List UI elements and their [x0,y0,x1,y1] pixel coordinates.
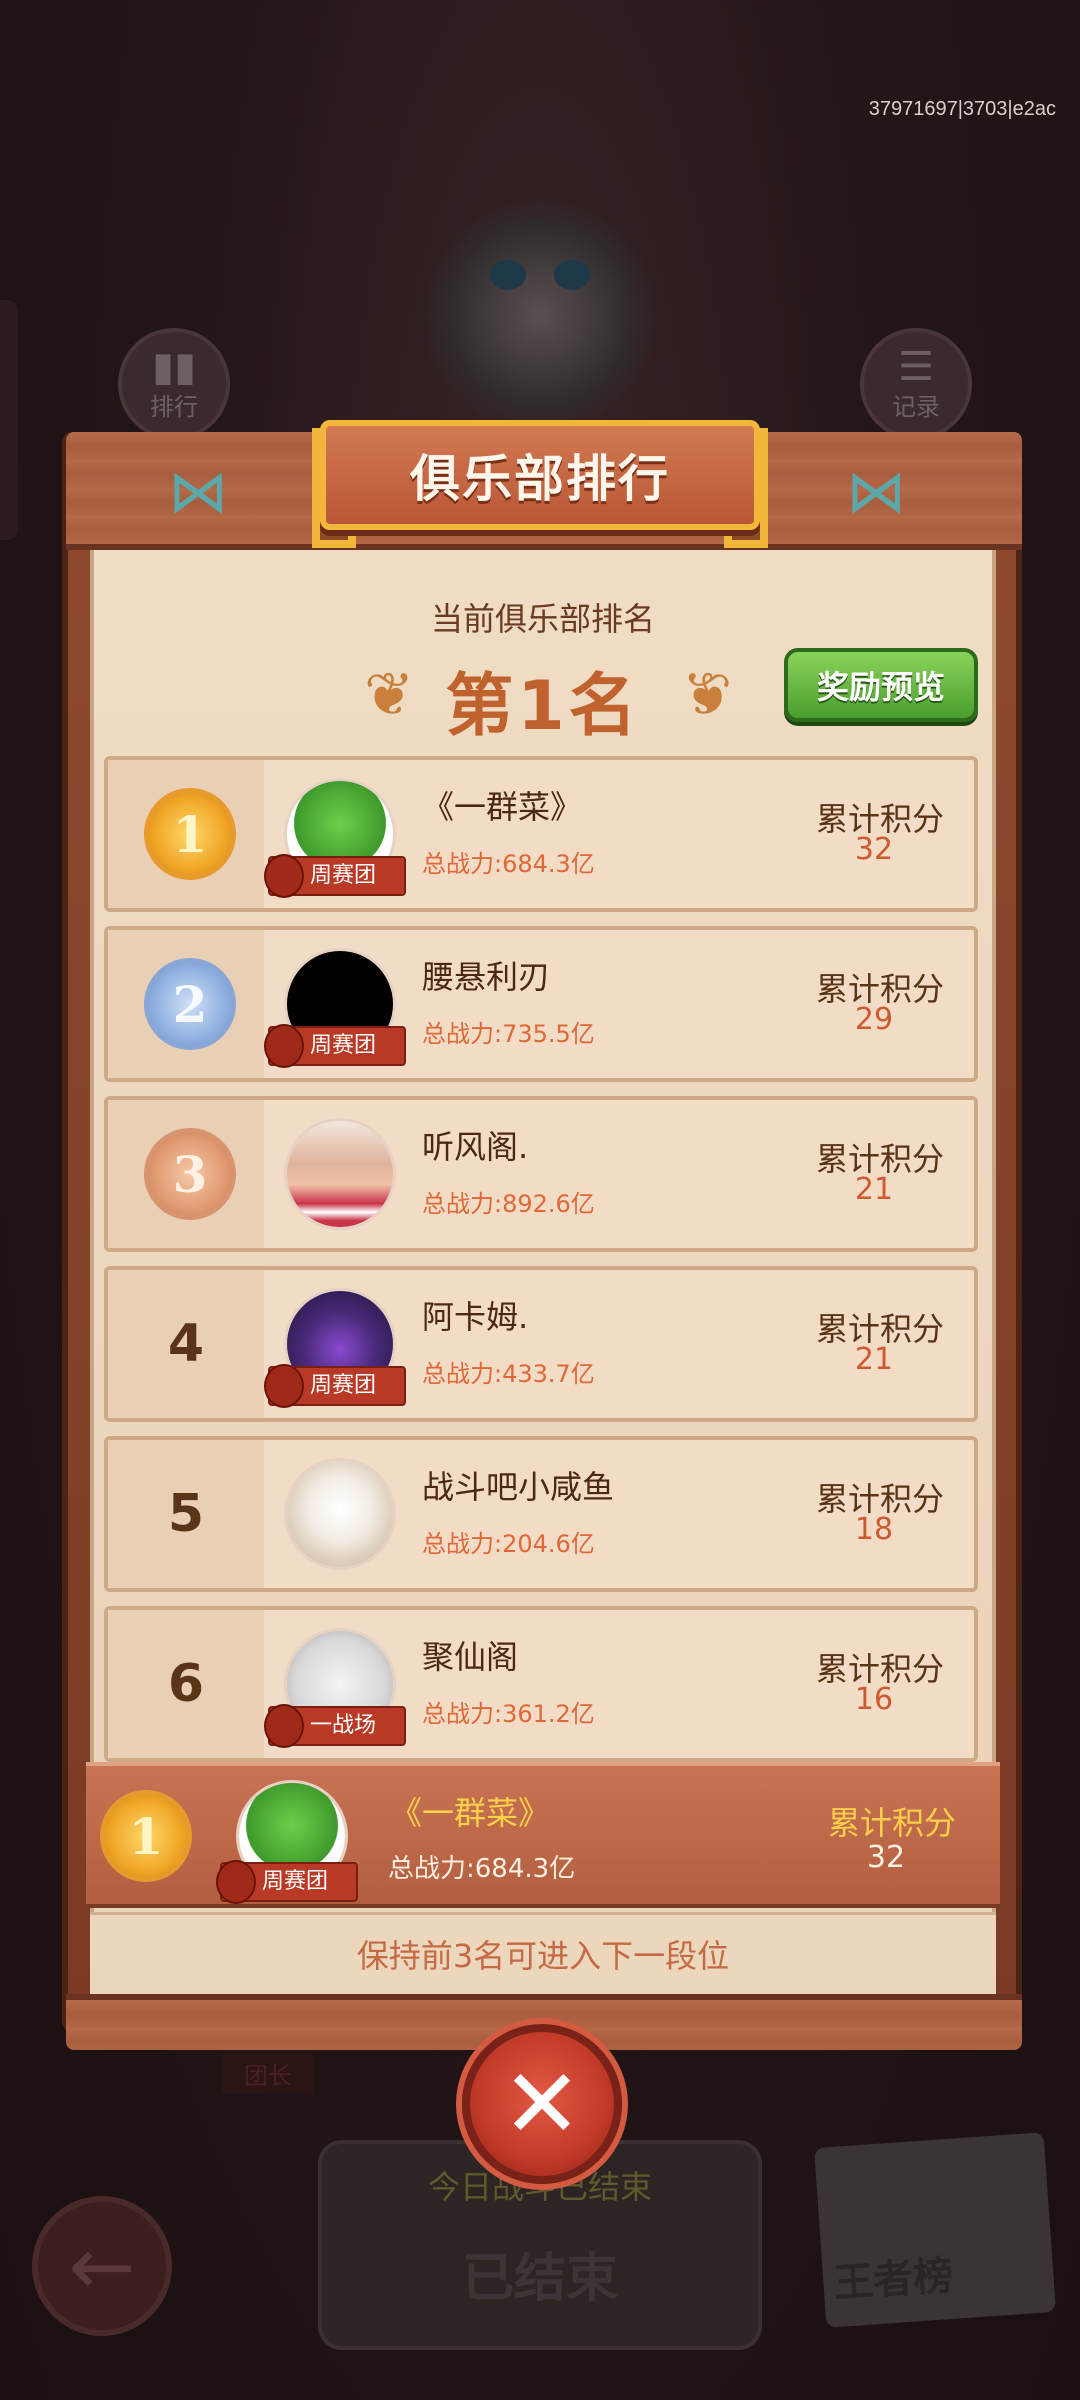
rank-medal-icon: 1 [144,788,236,880]
records-button-label: 记录 [892,392,940,421]
captain-label: 团长 [222,2054,314,2093]
list-item[interactable]: 3 听风阁. 总战力:892.6亿 累计积分 21 [104,1096,978,1252]
close-icon: ✕ [501,2048,583,2160]
king-list-label: 王者榜 [831,2252,955,2308]
club-power: 总战力:892.6亿 [422,1190,595,1218]
club-power: 总战力:735.5亿 [422,1020,595,1048]
close-button[interactable]: ✕ [462,2024,622,2184]
avatar [284,1118,396,1230]
reward-preview-button[interactable]: 奖励预览 [784,648,978,722]
my-club-power: 总战力:684.3亿 [388,1854,576,1884]
club-power: 总战力:204.6亿 [422,1530,595,1558]
my-club-name: 《一群菜》 [390,1794,551,1832]
rank-medal-icon: 2 [144,958,236,1050]
list-icon: ☰ [898,343,934,390]
list-item[interactable]: 2 周赛团 腰悬利刃 总战力:735.5亿 累计积分 29 [104,926,978,1082]
score-label: 累计积分 [827,1804,956,1842]
list-item[interactable]: 4 周赛团 阿卡姆. 总战力:433.7亿 累计积分 21 [104,1266,978,1422]
owl-emblem [420,200,660,430]
score-value: 21 [854,1342,894,1377]
bar-chart-icon: ▮▮ [151,343,197,390]
score-value: 32 [866,1840,906,1875]
list-item[interactable]: 5 战斗吧小咸鱼 总战力:204.6亿 累计积分 18 [104,1436,978,1592]
king-list-card: 王者榜 [814,2132,1056,2328]
club-name: 阿卡姆. [422,1298,529,1336]
rank-number: 5 [167,1484,205,1544]
club-name: 战斗吧小咸鱼 [422,1468,615,1506]
back-arrow-icon: ← [32,2196,172,2336]
score-value: 16 [854,1682,894,1717]
rank-medal-icon: 1 [100,1790,192,1882]
club-tag: 周赛团 [215,1860,359,1904]
score-value: 29 [854,1002,894,1037]
score-value: 18 [854,1512,894,1547]
rank-number: 4 [167,1314,205,1374]
score-value: 21 [854,1172,894,1207]
promotion-note: 保持前3名可进入下一段位 [90,1912,996,1994]
club-tag: 周赛团 [263,1024,407,1068]
list-item[interactable]: 1 周赛团 《一群菜》 总战力:684.3亿 累计积分 32 [104,756,978,912]
list-item[interactable]: 6 一战场 聚仙阁 总战力:361.2亿 累计积分 16 [104,1606,978,1762]
club-rank-list[interactable]: 1 周赛团 《一群菜》 总战力:684.3亿 累计积分 32 2 周赛团 腰悬利… [104,756,980,1762]
current-rank-subtitle: 当前俱乐部排名 [430,600,655,638]
club-name: 聚仙阁 [422,1638,519,1676]
ranking-button-label: 排行 [150,392,198,421]
club-tag: 一战场 [263,1704,407,1748]
my-club-rank-bar: 1 周赛团 《一群菜》 总战力:684.3亿 累计积分 32 [86,1762,1000,1908]
rank-medal-icon: 3 [144,1128,236,1220]
avatar [284,1458,396,1570]
club-power: 总战力:361.2亿 [422,1700,595,1728]
records-button: ☰ 记录 [860,328,972,440]
club-power: 总战力:684.3亿 [422,850,595,878]
rank-number: 6 [167,1654,205,1714]
fish-emblem-icon: ⋈ [168,457,228,527]
build-id-label: 37971697|3703|e2ac [868,98,1056,120]
ranking-button: ▮▮ 排行 [118,328,230,440]
club-tag: 周赛团 [263,1364,407,1408]
club-power: 总战力:433.7亿 [422,1360,595,1388]
fish-emblem-icon: ⋈ [846,457,906,527]
club-tag: 周赛团 [263,854,407,898]
panel-title: 俱乐部排行 [320,420,760,530]
club-name: 听风阁. [422,1128,529,1166]
side-tab [0,300,18,540]
score-value: 32 [854,832,894,867]
ended-button: 已结束 [461,2249,618,2309]
club-name: 腰悬利刃 [422,958,551,996]
club-name: 《一群菜》 [422,788,583,826]
